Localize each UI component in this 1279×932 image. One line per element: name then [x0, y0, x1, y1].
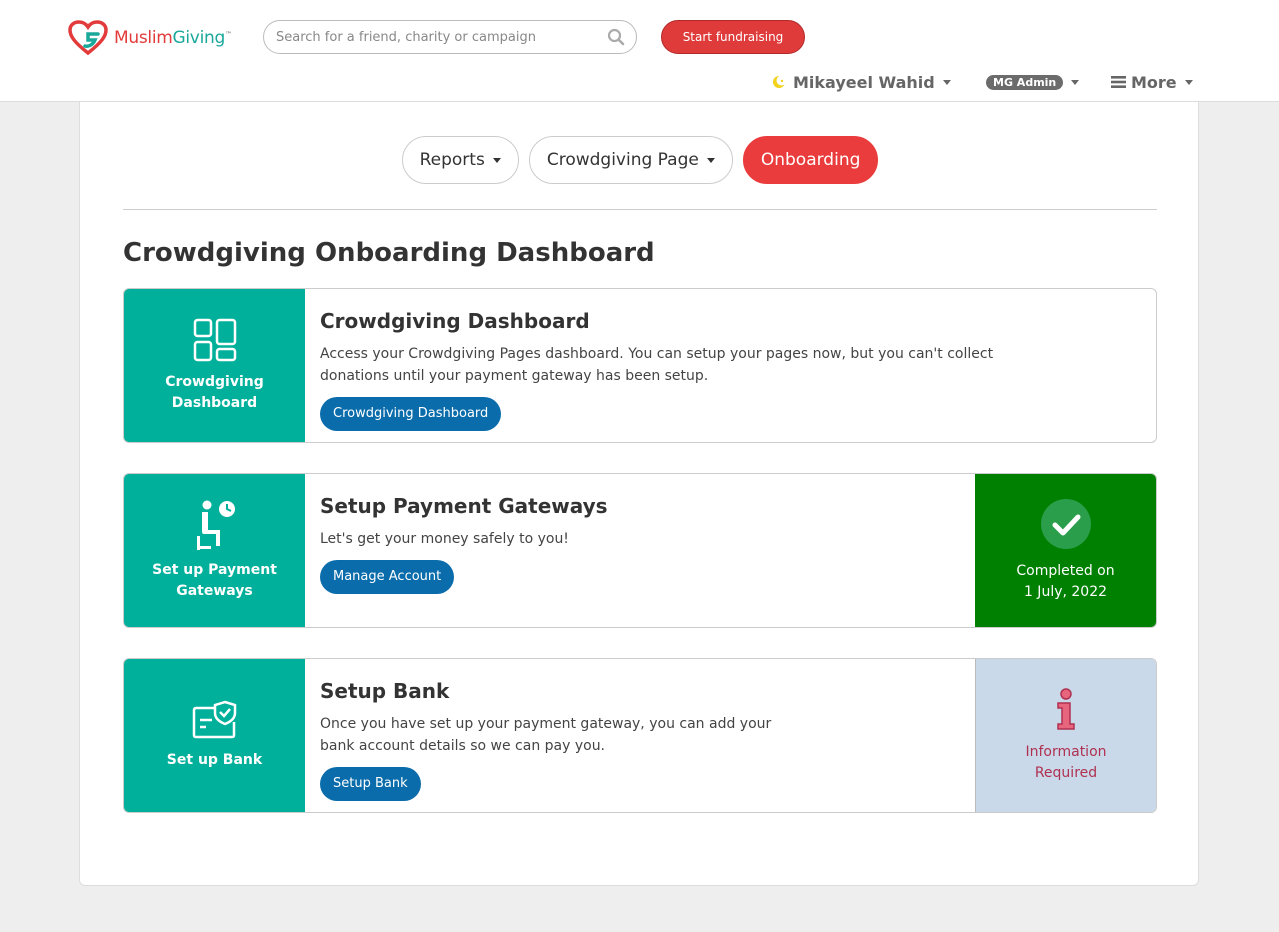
setup-bank-button[interactable]: Setup Bank — [320, 767, 421, 801]
main-panel: Reports Crowdgiving Page Onboarding Crow… — [79, 102, 1199, 886]
tab-onboarding[interactable]: Onboarding — [742, 136, 879, 184]
step-title: Setup Bank — [320, 679, 450, 703]
manage-account-button[interactable]: Manage Account — [320, 560, 455, 594]
tab-label: Onboarding — [760, 150, 861, 170]
status-completed: Completed on 1 July, 2022 — [975, 474, 1156, 627]
chevron-down-icon — [1071, 79, 1080, 85]
logo[interactable]: MuslimGiving™ — [68, 20, 232, 56]
hamburger-icon — [1111, 76, 1126, 88]
search-input[interactable] — [264, 21, 594, 53]
crowdgiving-dashboard-button[interactable]: Crowdgiving Dashboard — [320, 397, 502, 431]
user-menu[interactable]: Mikayeel Wahid — [771, 70, 951, 94]
status-label: Completed on 1 July, 2022 — [1016, 562, 1115, 600]
step-body: Setup Bank Once you have set up your pay… — [320, 679, 771, 801]
status-info-required: Information Required — [975, 659, 1156, 812]
more-menu[interactable]: More — [1111, 70, 1193, 94]
step-title: Setup Payment Gateways — [320, 494, 608, 518]
step-tile-label: Set up Bank — [166, 752, 263, 768]
step-setup-bank: Set up Bank Setup Bank Once you have set… — [123, 658, 1157, 813]
user-name: Mikayeel Wahid — [793, 72, 935, 92]
start-fundraising-button[interactable]: Start fundraising — [661, 20, 805, 54]
tab-reports[interactable]: Reports — [401, 136, 519, 184]
chevron-down-icon — [706, 157, 715, 163]
tab-label: Reports — [419, 150, 485, 170]
step-tile-label: Set up Payment Gateways — [152, 561, 277, 599]
check-circle-icon — [1040, 498, 1091, 549]
step-crowdgiving-dashboard: Crowdgiving Dashboard Crowdgiving Dashbo… — [123, 288, 1157, 443]
step-description: Let's get your money safely to you! — [320, 531, 569, 547]
section-tabs: Reports Crowdgiving Page Onboarding — [80, 136, 1200, 184]
step-description: Access your Crowdgiving Pages dashboard.… — [320, 346, 994, 384]
logo-text: MuslimGiving™ — [114, 28, 232, 48]
step-body: Crowdgiving Dashboard Access your Crowdg… — [320, 309, 993, 431]
bank-card-shield-icon — [192, 700, 236, 739]
info-icon — [1057, 687, 1075, 730]
step-tile: Crowdgiving Dashboard — [124, 289, 305, 442]
tab-label: Crowdgiving Page — [546, 150, 699, 170]
chevron-down-icon — [492, 157, 501, 163]
step-body: Setup Payment Gateways Let's get your mo… — [320, 494, 608, 594]
admin-menu[interactable]: MG Admin — [986, 70, 1080, 94]
search-box — [263, 20, 637, 54]
admin-badge: MG Admin — [986, 74, 1064, 90]
person-clock-icon — [196, 500, 235, 550]
step-description: Once you have set up your payment gatewa… — [320, 716, 772, 754]
dashboard-icon — [193, 318, 236, 361]
step-title: Crowdgiving Dashboard — [320, 309, 590, 333]
heart-logo-icon — [68, 20, 108, 56]
tab-crowdgiving-page[interactable]: Crowdgiving Page — [528, 136, 733, 184]
chevron-down-icon — [1184, 79, 1193, 85]
status-label: Information Required — [1025, 743, 1107, 781]
site-header: MuslimGiving™ Start fundraising Mikayeel… — [0, 0, 1279, 102]
more-label: More — [1131, 72, 1177, 92]
step-payment-gateways: Set up Payment Gateways Setup Payment Ga… — [123, 473, 1157, 628]
step-tile: Set up Payment Gateways — [124, 474, 305, 627]
moon-icon — [773, 75, 787, 88]
divider — [123, 209, 1157, 210]
page-title: Crowdgiving Onboarding Dashboard — [123, 238, 655, 268]
step-tile: Set up Bank — [124, 659, 305, 812]
search-icon[interactable] — [607, 28, 625, 46]
chevron-down-icon — [942, 79, 951, 85]
step-tile-label: Crowdgiving Dashboard — [165, 373, 264, 411]
